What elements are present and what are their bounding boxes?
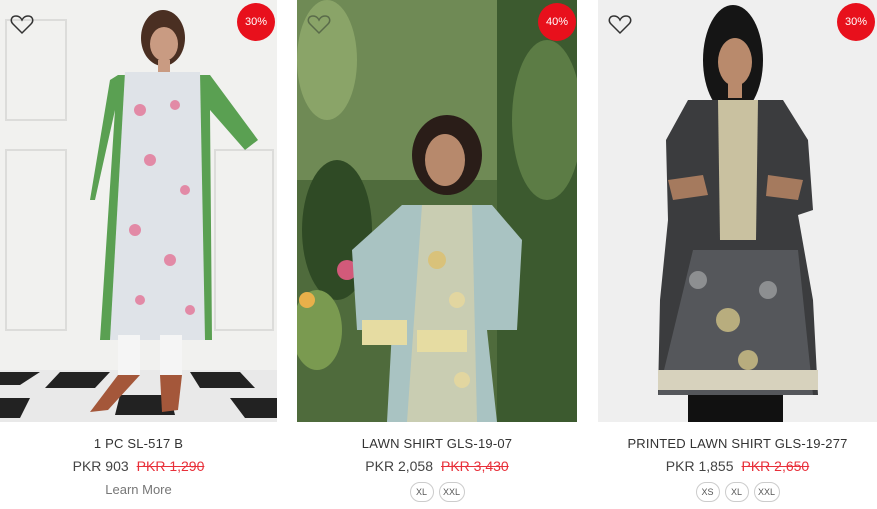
- discount-badge: 30%: [237, 3, 275, 41]
- size-option-xxl[interactable]: XXL: [438, 482, 465, 502]
- product-info: PRINTED LAWN SHIRT GLS-19-277 PKR 1,855 P…: [598, 422, 877, 509]
- original-price: PKR 2,650: [741, 458, 810, 474]
- wishlist-heart-icon[interactable]: [307, 13, 331, 35]
- wishlist-heart-icon[interactable]: [608, 13, 632, 35]
- size-options: XL XXL: [297, 482, 577, 502]
- product-image[interactable]: [0, 0, 277, 422]
- size-option-xs[interactable]: XS: [695, 482, 720, 502]
- price-row: PKR 1,855 PKR 2,650: [598, 458, 877, 474]
- original-price: PKR 1,290: [136, 458, 205, 474]
- discount-badge: 40%: [538, 3, 576, 41]
- product-card[interactable]: 30% PRINTED LAWN SHIRT GLS-19-277 PKR 1,…: [598, 0, 877, 509]
- original-price: PKR 3,430: [441, 458, 509, 474]
- price-row: PKR 903 PKR 1,290: [0, 458, 277, 474]
- discount-badge: 30%: [837, 3, 875, 41]
- product-image[interactable]: [598, 0, 877, 422]
- product-info: 1 PC SL-517 B PKR 903 PKR 1,290 Learn Mor…: [0, 422, 277, 509]
- size-option-xxl[interactable]: XXL: [753, 482, 780, 502]
- price-row: PKR 2,058 PKR 3,430: [297, 458, 577, 474]
- product-image[interactable]: [297, 0, 577, 422]
- product-name[interactable]: 1 PC SL-517 B: [0, 436, 277, 451]
- product-info: LAWN SHIRT GLS-19-07 PKR 2,058 PKR 3,430 …: [297, 422, 577, 509]
- sale-price: PKR 903: [72, 458, 129, 474]
- size-options: XS XL XXL: [598, 482, 877, 502]
- sale-price: PKR 2,058: [365, 458, 433, 474]
- product-name[interactable]: LAWN SHIRT GLS-19-07: [297, 436, 577, 451]
- size-option-xl[interactable]: XL: [409, 482, 434, 502]
- wishlist-heart-icon[interactable]: [10, 13, 34, 35]
- sale-price: PKR 1,855: [665, 458, 734, 474]
- size-option-xl[interactable]: XL: [724, 482, 749, 502]
- product-name[interactable]: PRINTED LAWN SHIRT GLS-19-277: [598, 436, 877, 451]
- product-card[interactable]: 40% LAWN SHIRT GLS-19-07 PKR 2,058 PKR 3,…: [297, 0, 577, 509]
- product-card[interactable]: 30% 1 PC SL-517 B PKR 903 PKR 1,290 Learn…: [0, 0, 277, 509]
- learn-more-link[interactable]: Learn More: [0, 482, 277, 497]
